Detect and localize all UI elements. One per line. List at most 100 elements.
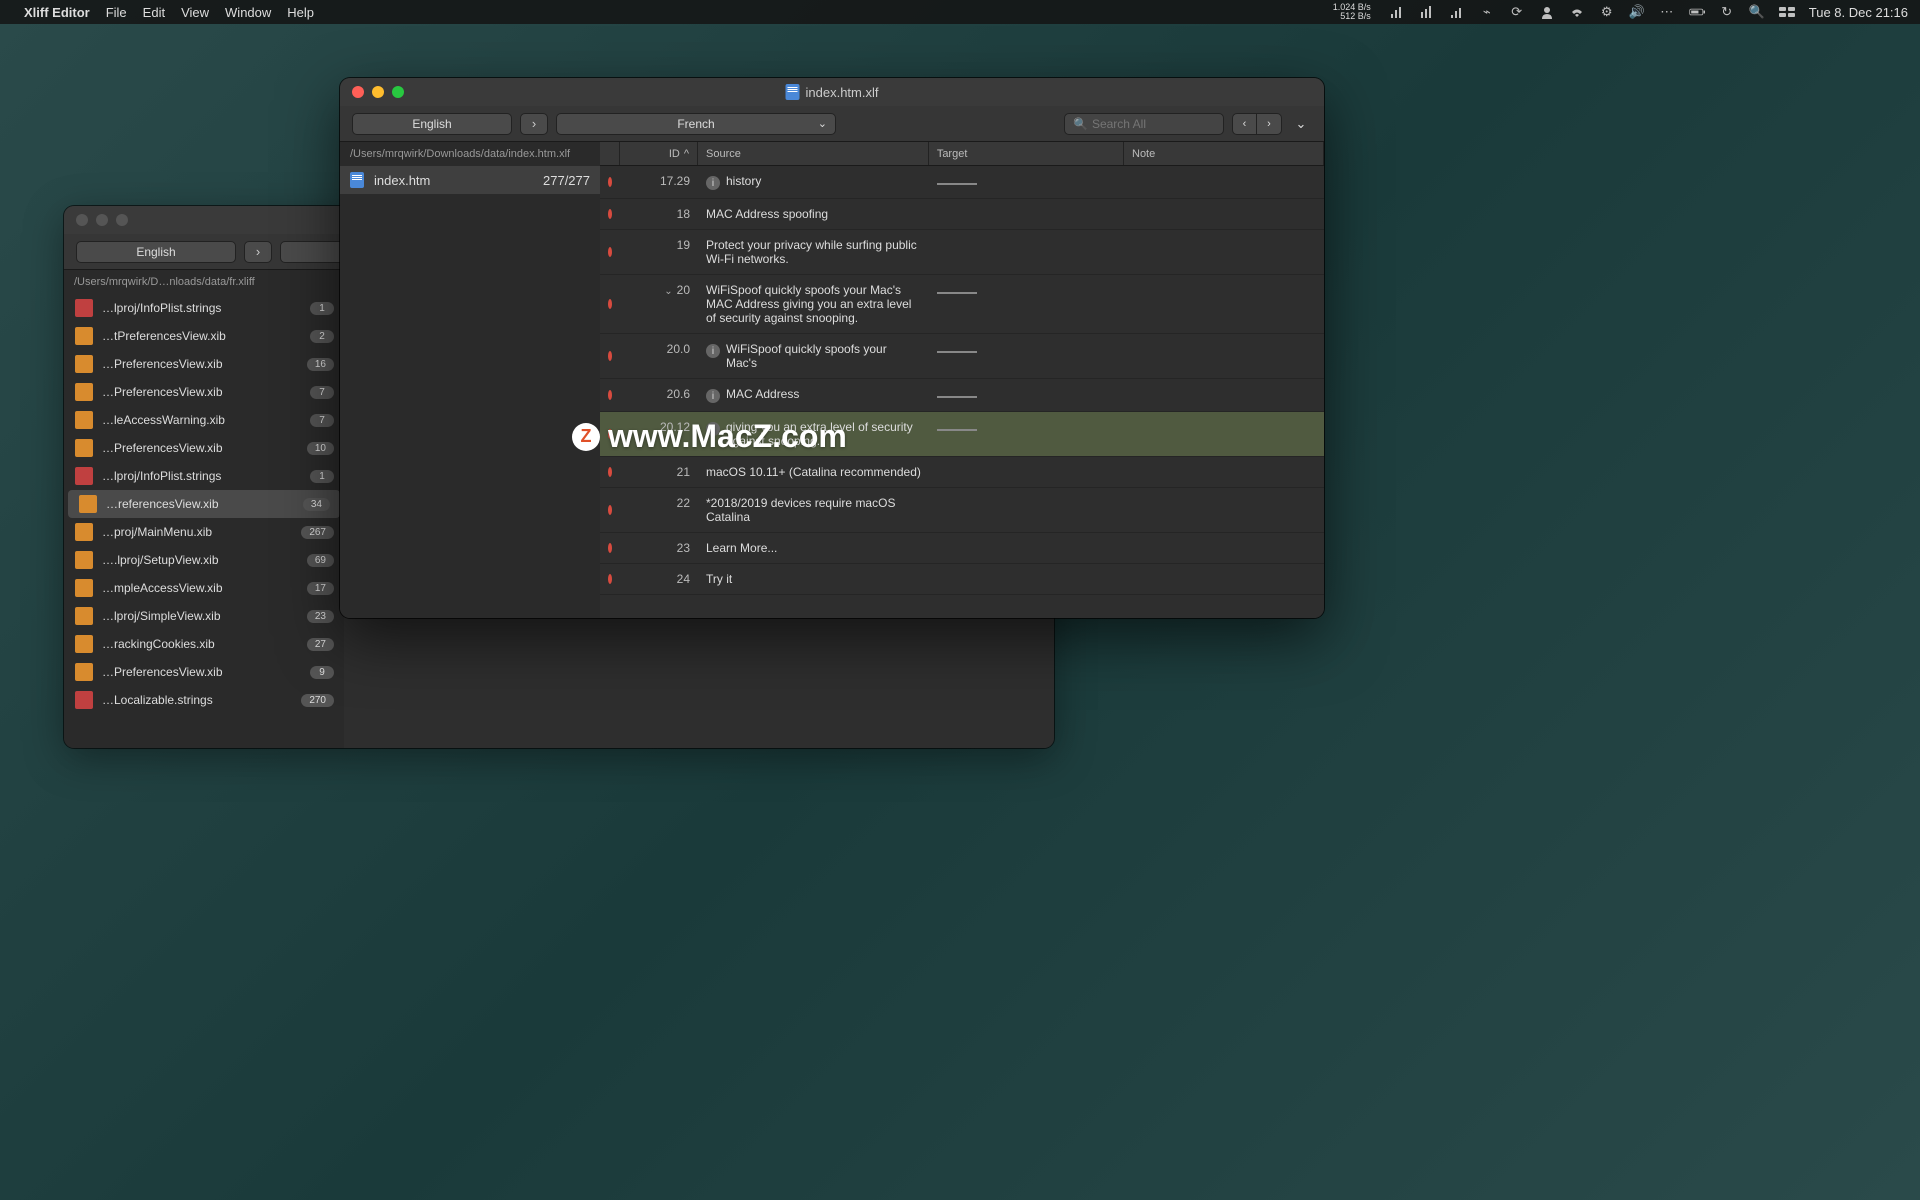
xib-icon bbox=[78, 494, 98, 514]
column-target[interactable]: Target bbox=[929, 142, 1124, 165]
file-list-item[interactable]: …tPreferencesView.xib 2 bbox=[64, 322, 344, 350]
row-target[interactable] bbox=[929, 230, 1124, 274]
chevron-down-icon[interactable]: ⌄ bbox=[664, 286, 672, 297]
row-target[interactable] bbox=[929, 533, 1124, 563]
table-row[interactable]: 17.29 ihistory bbox=[600, 166, 1324, 199]
prev-button[interactable]: ‹ bbox=[1233, 114, 1257, 134]
row-target[interactable] bbox=[929, 334, 1124, 378]
row-source[interactable]: MAC Address spoofing bbox=[698, 199, 929, 229]
nav-segmented[interactable]: ‹› bbox=[1232, 113, 1282, 135]
istat-icon[interactable] bbox=[1389, 4, 1405, 20]
row-source[interactable]: Protect your privacy while surfing publi… bbox=[698, 230, 929, 274]
count-badge: 34 bbox=[303, 498, 330, 511]
row-target[interactable] bbox=[929, 275, 1124, 333]
table-row[interactable]: 21 macOS 10.11+ (Catalina recommended) bbox=[600, 457, 1324, 488]
minimize-button[interactable] bbox=[372, 86, 384, 98]
file-list-item[interactable]: …PreferencesView.xib 16 bbox=[64, 350, 344, 378]
next-button[interactable]: › bbox=[1257, 114, 1281, 134]
table-row[interactable]: 20.6 iMAC Address bbox=[600, 379, 1324, 412]
source-language-button[interactable]: English bbox=[76, 241, 236, 263]
table-row[interactable]: 20.12 igiving you an extra level of secu… bbox=[600, 412, 1324, 457]
row-target[interactable] bbox=[929, 379, 1124, 411]
file-list-item[interactable]: …lproj/InfoPlist.strings 1 bbox=[64, 294, 344, 322]
file-list-item[interactable]: …referencesView.xib 34 bbox=[68, 490, 340, 518]
row-target[interactable] bbox=[929, 457, 1124, 487]
row-source[interactable]: iWiFiSpoof quickly spoofs your Mac's bbox=[698, 334, 929, 378]
status-dot bbox=[608, 177, 612, 187]
table-row[interactable]: 19 Protect your privacy while surfing pu… bbox=[600, 230, 1324, 275]
battery-icon[interactable] bbox=[1689, 4, 1705, 20]
spotlight-icon[interactable]: 🔍 bbox=[1749, 4, 1765, 20]
menu-help[interactable]: Help bbox=[287, 5, 314, 20]
row-target[interactable] bbox=[929, 166, 1124, 198]
user-icon[interactable] bbox=[1539, 4, 1555, 20]
row-target[interactable] bbox=[929, 412, 1124, 456]
xib-icon bbox=[74, 578, 94, 598]
menu-view[interactable]: View bbox=[181, 5, 209, 20]
file-list-item[interactable]: …PreferencesView.xib 9 bbox=[64, 658, 344, 686]
control-center-icon[interactable] bbox=[1779, 4, 1795, 20]
source-language-button[interactable]: English bbox=[352, 113, 512, 135]
menu-file[interactable]: File bbox=[106, 5, 127, 20]
app-name[interactable]: Xliff Editor bbox=[24, 5, 90, 20]
file-list-item[interactable]: …mpleAccessView.xib 17 bbox=[64, 574, 344, 602]
target-language-select[interactable]: French bbox=[556, 113, 836, 135]
column-source[interactable]: Source bbox=[698, 142, 929, 165]
minimize-button[interactable] bbox=[96, 214, 108, 226]
menu-window[interactable]: Window bbox=[225, 5, 271, 20]
arrow-right-icon[interactable]: › bbox=[520, 113, 548, 135]
row-source[interactable]: Try it bbox=[698, 564, 929, 594]
file-list-item[interactable]: …lproj/InfoPlist.strings 1 bbox=[64, 462, 344, 490]
row-source[interactable]: WiFiSpoof quickly spoofs your Mac's MAC … bbox=[698, 275, 929, 333]
table-row[interactable]: 18 MAC Address spoofing bbox=[600, 199, 1324, 230]
zoom-button[interactable] bbox=[116, 214, 128, 226]
titlebar[interactable]: index.htm.xlf bbox=[340, 78, 1324, 106]
file-list-item[interactable]: …lproj/SimpleView.xib 23 bbox=[64, 602, 344, 630]
search-field[interactable]: 🔍 bbox=[1064, 113, 1224, 135]
row-source[interactable]: igiving you an extra level of security a… bbox=[698, 412, 929, 456]
row-source[interactable]: ihistory bbox=[698, 166, 929, 198]
info-icon: i bbox=[706, 344, 720, 358]
arrow-right-icon[interactable]: › bbox=[244, 241, 272, 263]
row-source[interactable]: Learn More... bbox=[698, 533, 929, 563]
dots-icon[interactable]: ⋯ bbox=[1659, 4, 1675, 20]
row-source[interactable]: macOS 10.11+ (Catalina recommended) bbox=[698, 457, 929, 487]
sidebar-file-item[interactable]: index.htm 277/277 bbox=[340, 166, 600, 194]
search-input[interactable] bbox=[1092, 117, 1215, 131]
istat-icon-2[interactable] bbox=[1419, 4, 1435, 20]
volume-icon[interactable]: 🔊 bbox=[1629, 4, 1645, 20]
file-list-item[interactable]: …PreferencesView.xib 10 bbox=[64, 434, 344, 462]
wifi-icon[interactable] bbox=[1569, 4, 1585, 20]
file-list-item[interactable]: …proj/MainMenu.xib 267 bbox=[64, 518, 344, 546]
zoom-button[interactable] bbox=[392, 86, 404, 98]
column-note[interactable]: Note bbox=[1124, 142, 1324, 165]
time-machine-icon[interactable]: ↻ bbox=[1719, 4, 1735, 20]
status-dot bbox=[608, 505, 612, 515]
row-target[interactable] bbox=[929, 199, 1124, 229]
xib-icon bbox=[74, 606, 94, 626]
close-button[interactable] bbox=[76, 214, 88, 226]
row-target[interactable] bbox=[929, 564, 1124, 594]
settings-gear-icon[interactable]: ⚙ bbox=[1599, 4, 1615, 20]
table-row[interactable]: 23 Learn More... bbox=[600, 533, 1324, 564]
file-list-item[interactable]: …Localizable.strings 270 bbox=[64, 686, 344, 714]
sync-icon[interactable]: ⟳ bbox=[1509, 4, 1525, 20]
close-button[interactable] bbox=[352, 86, 364, 98]
table-row[interactable]: ⌄20 WiFiSpoof quickly spoofs your Mac's … bbox=[600, 275, 1324, 334]
row-source[interactable]: iMAC Address bbox=[698, 379, 929, 411]
file-list-item[interactable]: …leAccessWarning.xib 7 bbox=[64, 406, 344, 434]
file-list-item[interactable]: ….lproj/SetupView.xib 69 bbox=[64, 546, 344, 574]
table-row[interactable]: 20.0 iWiFiSpoof quickly spoofs your Mac'… bbox=[600, 334, 1324, 379]
file-list-item[interactable]: …PreferencesView.xib 7 bbox=[64, 378, 344, 406]
row-target[interactable] bbox=[929, 488, 1124, 532]
expand-icon[interactable]: ⌄ bbox=[1290, 113, 1312, 135]
row-source[interactable]: *2018/2019 devices require macOS Catalin… bbox=[698, 488, 929, 532]
clock[interactable]: Tue 8. Dec 21:16 bbox=[1809, 5, 1908, 20]
menu-edit[interactable]: Edit bbox=[143, 5, 165, 20]
file-list-item[interactable]: …rackingCookies.xib 27 bbox=[64, 630, 344, 658]
istat-icon-3[interactable] bbox=[1449, 4, 1465, 20]
table-row[interactable]: 22 *2018/2019 devices require macOS Cata… bbox=[600, 488, 1324, 533]
bluetooth-icon[interactable]: ⌁ bbox=[1479, 4, 1495, 20]
table-row[interactable]: 24 Try it bbox=[600, 564, 1324, 595]
column-id[interactable]: ID^ bbox=[620, 142, 698, 165]
